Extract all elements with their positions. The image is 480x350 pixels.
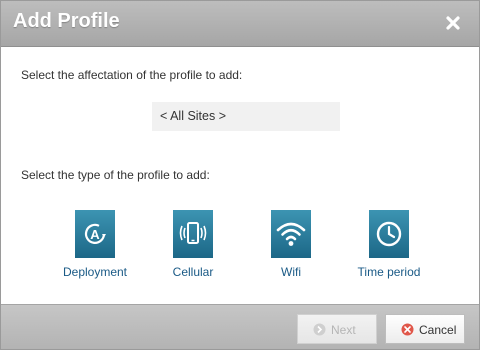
affectation-prompt: Select the affectation of the profile to… (21, 68, 243, 82)
dialog-title: Add Profile (13, 10, 120, 32)
next-arrow-icon (313, 323, 326, 336)
dialog-body: Select the affectation of the profile to… (1, 48, 479, 304)
profile-type-label: Cellular (172, 265, 214, 279)
profile-type-cellular[interactable]: Cellular (138, 210, 248, 290)
cancel-button[interactable]: Cancel (385, 314, 465, 344)
dialog-footer: Next Cancel (1, 304, 479, 349)
next-button[interactable]: Next (297, 314, 377, 344)
wifi-icon (271, 210, 311, 258)
profile-type-label: Wifi (281, 265, 301, 279)
profile-type-prompt: Select the type of the profile to add: (21, 168, 210, 182)
add-profile-dialog: Add Profile Select the affectation of th… (0, 0, 480, 350)
cancel-icon (401, 323, 414, 336)
deployment-icon: A (75, 210, 115, 258)
profile-type-wifi[interactable]: Wifi (236, 210, 346, 290)
profile-type-label: Time period (357, 265, 421, 279)
profile-type-deployment[interactable]: A Deployment (40, 210, 150, 290)
clock-icon (369, 210, 409, 258)
cellular-icon (173, 210, 213, 258)
svg-text:A: A (90, 227, 100, 242)
next-button-label: Next (331, 323, 356, 337)
profile-type-label: Deployment (62, 265, 128, 279)
close-icon[interactable] (445, 15, 461, 31)
cancel-button-label: Cancel (419, 323, 457, 337)
profile-type-list: A Deployment Cellular Wifi Time period (1, 210, 479, 290)
dialog-titlebar: Add Profile (1, 1, 479, 47)
site-selector[interactable]: < All Sites > (152, 102, 340, 131)
profile-type-time-period[interactable]: Time period (334, 210, 444, 290)
